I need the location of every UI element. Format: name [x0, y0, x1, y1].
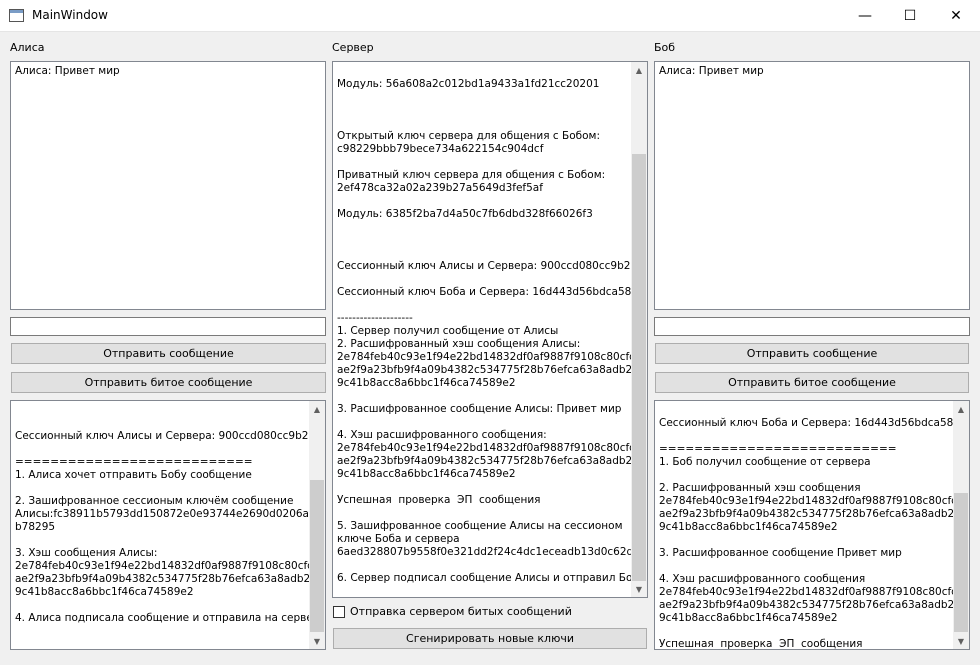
server-log-scrollbar[interactable]: ▲ ▼: [631, 62, 647, 597]
scroll-down-icon[interactable]: ▼: [953, 633, 969, 649]
bob-message-input[interactable]: [654, 317, 970, 336]
alice-send-broken-button[interactable]: Отправить битое сообщение: [11, 372, 326, 393]
scroll-down-icon[interactable]: ▼: [631, 581, 647, 597]
bob-label: Боб: [654, 41, 676, 54]
scroll-up-icon[interactable]: ▲: [309, 401, 325, 417]
bob-log-scrollbar[interactable]: ▲ ▼: [953, 401, 969, 649]
scroll-thumb[interactable]: [310, 480, 324, 632]
scroll-thumb[interactable]: [954, 493, 968, 632]
close-button[interactable]: ✕: [933, 0, 979, 31]
bob-chat-log[interactable]: Алиса: Привет мир: [654, 61, 970, 310]
alice-log-text: Сессионный ключ Алисы и Сервера: 900ccd0…: [15, 430, 326, 624]
broken-messages-checkbox-label[interactable]: Отправка сервером битых сообщений: [350, 605, 572, 618]
broken-messages-checkbox[interactable]: [333, 606, 345, 618]
scroll-up-icon[interactable]: ▲: [953, 401, 969, 417]
generate-keys-button[interactable]: Сгенирировать новые ключи: [333, 628, 647, 649]
alice-log-scrollbar[interactable]: ▲ ▼: [309, 401, 325, 649]
window-title: MainWindow: [32, 8, 108, 22]
alice-label: Алиса: [10, 41, 45, 54]
bob-log[interactable]: Сессионный ключ Боба и Сервера: 16d443d5…: [654, 400, 970, 650]
server-log-text: Модуль: 56a608a2c012bd1a9433a1fd21cc2020…: [337, 78, 648, 584]
alice-log[interactable]: Сессионный ключ Алисы и Сервера: 900ccd0…: [10, 400, 326, 650]
scroll-down-icon[interactable]: ▼: [309, 633, 325, 649]
server-label: Сервер: [332, 41, 374, 54]
alice-send-button[interactable]: Отправить сообщение: [11, 343, 326, 364]
alice-chat-text: Алиса: Привет мир: [15, 65, 120, 77]
scroll-up-icon[interactable]: ▲: [631, 62, 647, 78]
minimize-button[interactable]: —: [842, 0, 888, 31]
alice-message-input[interactable]: [10, 317, 326, 336]
title-bar: MainWindow — ☐ ✕: [0, 0, 980, 32]
bob-send-button[interactable]: Отправить сообщение: [655, 343, 969, 364]
scroll-thumb[interactable]: [632, 154, 646, 581]
bob-send-broken-button[interactable]: Отправить битое сообщение: [655, 372, 969, 393]
alice-chat-log[interactable]: Алиса: Привет мир: [10, 61, 326, 310]
maximize-button[interactable]: ☐: [887, 0, 933, 31]
bob-log-text: Сессионный ключ Боба и Сервера: 16d443d5…: [659, 417, 970, 650]
bob-chat-text: Алиса: Привет мир: [659, 65, 764, 77]
app-window-icon: [9, 9, 24, 22]
server-log[interactable]: Модуль: 56a608a2c012bd1a9433a1fd21cc2020…: [332, 61, 648, 598]
